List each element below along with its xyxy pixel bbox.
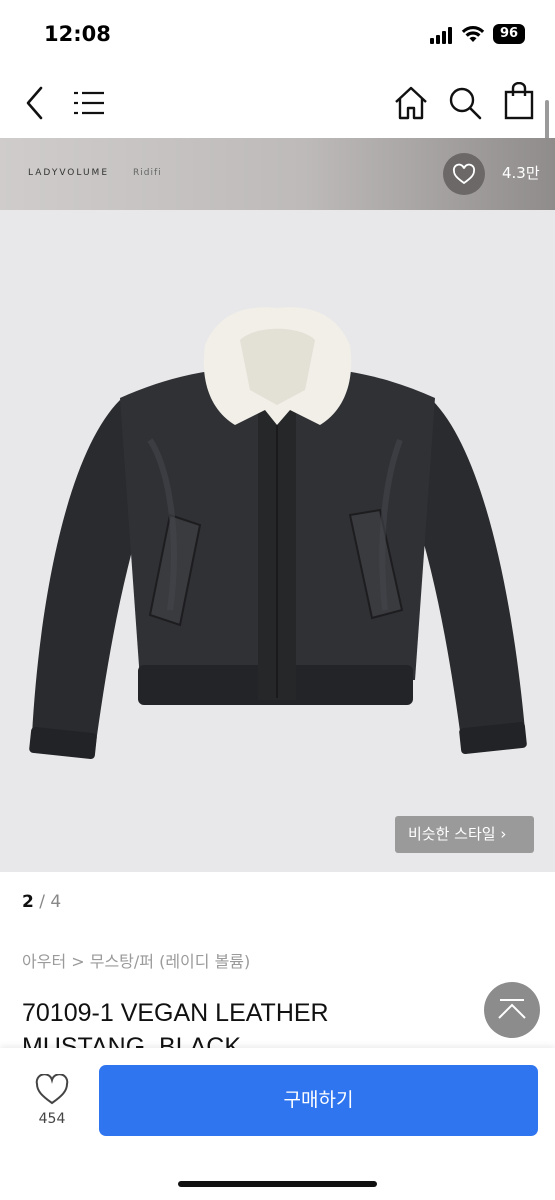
shopping-bag-icon[interactable] — [503, 82, 535, 120]
page-total: 4 — [50, 892, 62, 912]
brand-name: LADYVOLUME — [28, 168, 110, 178]
wishlist-heart-icon[interactable] — [35, 1074, 69, 1106]
menu-icon[interactable] — [73, 90, 105, 116]
nav-bar — [0, 70, 555, 138]
heart-icon — [452, 163, 476, 185]
scroll-to-top-button[interactable] — [484, 982, 540, 1038]
home-icon[interactable] — [394, 86, 428, 120]
back-icon[interactable] — [24, 86, 46, 120]
category-breadcrumb[interactable]: 아우터 > 무스탕/퍼 (레이디 볼륨) — [22, 948, 250, 972]
like-button[interactable] — [443, 153, 485, 195]
arrow-up-icon — [498, 999, 526, 1019]
page-separator: / — [33, 892, 51, 912]
brand-sub: Ridifi — [133, 168, 162, 178]
battery-indicator: 96 — [493, 24, 525, 44]
buy-button[interactable]: 구매하기 — [99, 1065, 538, 1136]
page-indicator: 2 / 4 — [22, 892, 61, 912]
wishlist-count: 454 — [38, 1111, 66, 1127]
wifi-icon — [461, 26, 485, 42]
product-image[interactable] — [0, 210, 555, 872]
similar-style-button[interactable]: 비슷한 스타일 › — [395, 816, 534, 853]
status-time: 12:08 — [44, 22, 111, 46]
jacket-photo — [29, 307, 527, 759]
signal-icon — [430, 26, 456, 44]
status-bar: 12:08 96 — [0, 0, 555, 70]
search-icon[interactable] — [448, 86, 482, 120]
page-current: 2 — [22, 892, 34, 912]
brand-like-count: 4.3만 — [502, 164, 540, 182]
home-indicator — [178, 1181, 377, 1187]
